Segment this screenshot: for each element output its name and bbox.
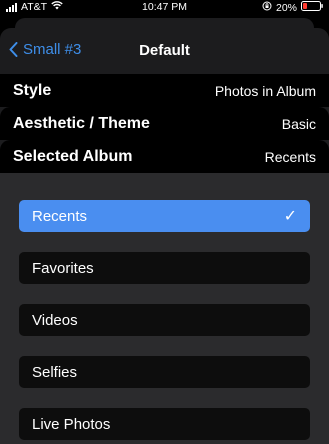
style-row[interactable]: Style Photos in Album bbox=[0, 74, 329, 107]
style-value: Photos in Album bbox=[214, 82, 316, 99]
settings-sheet: Small #3 Default Style Photos in Album A… bbox=[0, 28, 329, 444]
theme-row[interactable]: Aesthetic / Theme Basic bbox=[0, 107, 329, 140]
rotation-lock-icon bbox=[262, 1, 272, 14]
navigation-bar: Small #3 Default bbox=[0, 28, 329, 74]
checkmark-icon: ✓ bbox=[283, 208, 297, 225]
album-option-videos[interactable]: Videos bbox=[19, 304, 310, 336]
album-option-label: Live Photos bbox=[32, 415, 111, 433]
album-option-recents[interactable]: Recents ✓ bbox=[19, 200, 310, 232]
style-label: Style bbox=[13, 81, 52, 99]
album-option-live-photos[interactable]: Live Photos bbox=[19, 408, 310, 440]
album-option-label: Videos bbox=[32, 311, 78, 329]
selected-album-value: Recents bbox=[264, 148, 316, 165]
album-option-selfies[interactable]: Selfies bbox=[19, 356, 310, 388]
theme-label: Aesthetic / Theme bbox=[13, 114, 150, 132]
album-option-label: Favorites bbox=[32, 259, 94, 277]
theme-value: Basic bbox=[281, 115, 316, 132]
page-title: Default bbox=[139, 42, 190, 59]
status-bar: AT&T 10:47 PM 20% bbox=[0, 0, 329, 14]
selected-album-label: Selected Album bbox=[13, 147, 133, 165]
status-right: 20% bbox=[262, 1, 323, 14]
album-options: Recents ✓ Favorites Videos Selfies Live … bbox=[0, 173, 329, 444]
battery-label: 20% bbox=[275, 1, 297, 14]
album-option-label: Selfies bbox=[32, 363, 78, 381]
battery-icon bbox=[301, 1, 323, 14]
album-option-favorites[interactable]: Favorites bbox=[19, 252, 310, 284]
album-option-label: Recents bbox=[32, 207, 88, 225]
selected-album-row[interactable]: Selected Album Recents bbox=[0, 140, 329, 173]
